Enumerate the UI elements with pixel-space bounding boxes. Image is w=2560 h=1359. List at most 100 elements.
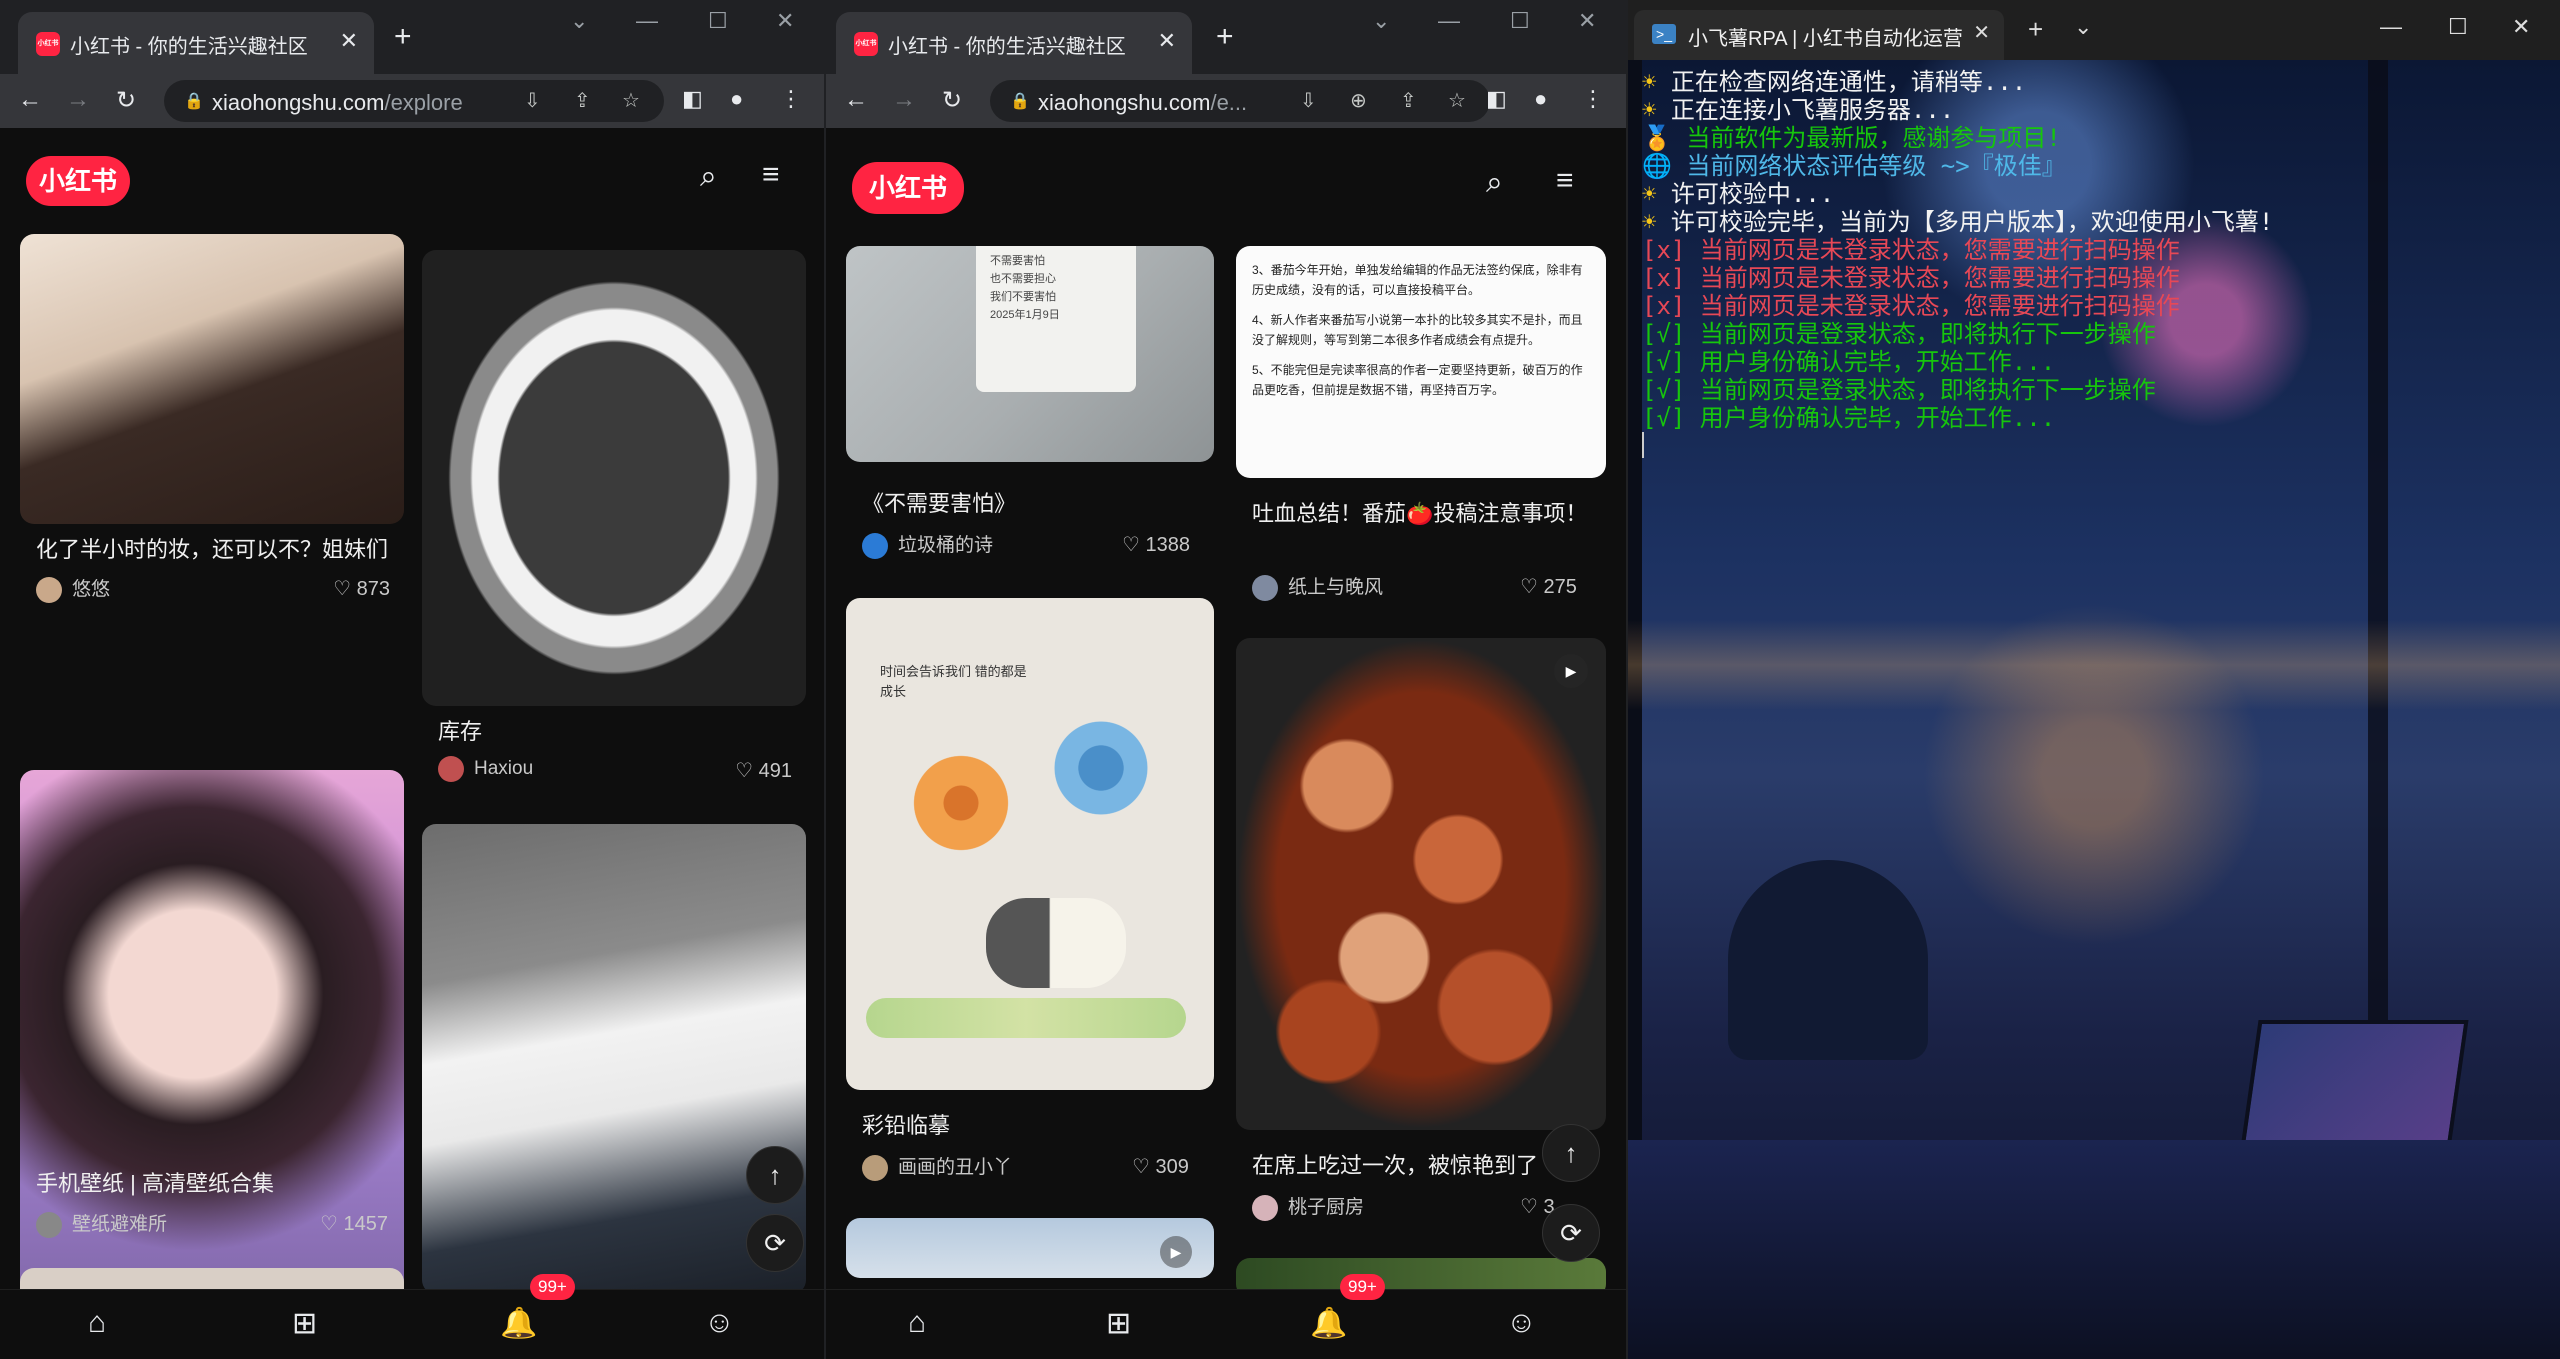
- like-count[interactable]: ♡ 275: [1520, 574, 1612, 599]
- refresh-feed-button[interactable]: ⟳: [746, 1214, 804, 1272]
- terminal-output: ☀ 正在检查网络连通性，请稍等... ☀ 正在连接小飞薯服务器... 🏅 当前软件为…: [1642, 68, 2552, 458]
- close-tab-icon[interactable]: ✕: [1158, 28, 1176, 54]
- note-title[interactable]: 吐血总结！番茄🍅投稿注意事项！: [1252, 498, 1592, 530]
- terminal-tab[interactable]: >_ 小飞薯RPA | 小红书自动化运营 ✕: [1634, 10, 2004, 60]
- like-count[interactable]: ♡ 1388: [1122, 532, 1612, 557]
- chevron-down-icon[interactable]: ⌄: [1372, 8, 1390, 34]
- note-author[interactable]: 悠悠: [36, 574, 110, 603]
- post-add-icon[interactable]: ⊞: [1106, 1306, 1131, 1341]
- maximize-icon[interactable]: ☐: [1510, 8, 1530, 34]
- xiaohongshu-logo[interactable]: 小红书: [852, 162, 964, 214]
- note-cover-image[interactable]: ▶: [846, 1218, 1214, 1278]
- forward-icon[interactable]: →: [66, 86, 90, 114]
- address-bar[interactable]: 🔒 xiaohongshu.com/explore ⇩ ⇪ ☆: [164, 80, 664, 122]
- menu-kebab-icon[interactable]: ⋮: [1582, 86, 1604, 112]
- install-app-icon[interactable]: ⇩: [1300, 88, 1317, 113]
- reload-icon[interactable]: ↻: [942, 86, 962, 115]
- terminal-line: [x] 当前网页是未登录状态，您需要进行扫码操作: [1642, 264, 2552, 292]
- note-title[interactable]: 彩铅临摹: [862, 1110, 1202, 1142]
- search-icon[interactable]: ⌕: [1486, 166, 1503, 200]
- terminal-line-text: [√] 用户身份确认完毕，开始工作...: [1642, 348, 2056, 376]
- back-icon[interactable]: ←: [844, 86, 868, 114]
- post-add-icon[interactable]: ⊞: [292, 1306, 317, 1341]
- minimize-icon[interactable]: —: [636, 8, 658, 34]
- note-cover-image[interactable]: [422, 824, 806, 1294]
- reload-icon[interactable]: ↻: [116, 86, 136, 115]
- search-icon[interactable]: ⌕: [700, 160, 717, 194]
- note-title[interactable]: 《不需要害怕》: [862, 488, 1202, 520]
- close-window-icon[interactable]: ✕: [2512, 14, 2530, 40]
- terminal-body[interactable]: ☀ 正在检查网络连通性，请稍等... ☀ 正在连接小飞薯服务器... 🏅 当前软件为…: [1628, 60, 2560, 1359]
- bookmark-star-icon[interactable]: ☆: [1448, 88, 1466, 113]
- note-cover-image[interactable]: 时间会告诉我们 错的都是成长: [846, 598, 1214, 1090]
- close-window-icon[interactable]: ✕: [776, 8, 794, 34]
- note-cover-image[interactable]: ▶: [1236, 638, 1606, 1130]
- note-author[interactable]: 画画的丑小丫: [862, 1152, 1012, 1181]
- new-tab-button[interactable]: +: [394, 20, 412, 54]
- note-title[interactable]: 手机壁纸 | 高清壁纸合集: [36, 1168, 396, 1200]
- bookmark-star-icon[interactable]: ☆: [622, 88, 640, 113]
- browser-tab[interactable]: 小红书 小红书 - 你的生活兴趣社区 ✕: [18, 12, 374, 74]
- avatar: [438, 756, 464, 782]
- xiaohongshu-page: 小红书 ⌕ ≡ 化了半小时的妆，还可以不？姐妹们 悠悠 ♡ 873 手机壁纸 |…: [0, 128, 824, 1359]
- profile-icon[interactable]: ●: [730, 86, 743, 112]
- side-panel-icon[interactable]: ◧: [1486, 86, 1507, 112]
- address-bar[interactable]: 🔒 xiaohongshu.com/e... ⇩ ⊕ ⇪ ☆: [990, 80, 1490, 122]
- note-title[interactable]: 在席上吃过一次，被惊艳到了: [1252, 1150, 1592, 1182]
- terminal-line-text: 当前软件为最新版，感谢参与项目!: [1686, 124, 2061, 152]
- chevron-down-icon[interactable]: ⌄: [2074, 14, 2092, 40]
- heart-icon: ♡: [1520, 1196, 1538, 1218]
- like-count[interactable]: ♡ 873: [333, 576, 390, 601]
- scroll-to-top-button[interactable]: ↑: [1542, 1124, 1600, 1182]
- refresh-feed-button[interactable]: ⟳: [1542, 1204, 1600, 1262]
- maximize-icon[interactable]: ☐: [2448, 14, 2468, 40]
- profile-icon[interactable]: ●: [1534, 86, 1547, 112]
- maximize-icon[interactable]: ☐: [708, 8, 728, 34]
- profile-icon[interactable]: ☺: [704, 1306, 735, 1340]
- note-cover-image[interactable]: [20, 234, 404, 524]
- note-author[interactable]: 垃圾桶的诗: [862, 530, 993, 559]
- close-tab-icon[interactable]: ✕: [340, 28, 358, 54]
- note-author[interactable]: 纸上与晚风: [1252, 572, 1383, 601]
- note-author[interactable]: 壁纸避难所: [36, 1209, 167, 1238]
- chevron-down-icon[interactable]: ⌄: [570, 8, 588, 34]
- notification-bell-icon[interactable]: 🔔: [1310, 1306, 1347, 1341]
- share-icon[interactable]: ⇪: [574, 88, 591, 113]
- terminal-line: ☀ 许可校验中...: [1642, 180, 2552, 208]
- terminal-line: [√] 当前网页是登录状态，即将执行下一步操作: [1642, 320, 2552, 348]
- note-card[interactable]: 库存 Haxiou ♡ 491: [422, 250, 806, 782]
- forward-icon[interactable]: →: [892, 86, 916, 114]
- note-cover-image[interactable]: [422, 250, 806, 706]
- hamburger-menu-icon[interactable]: ≡: [762, 158, 780, 192]
- home-icon[interactable]: ⌂: [88, 1306, 106, 1340]
- share-icon[interactable]: ⇪: [1400, 88, 1417, 113]
- note-cover-image[interactable]: 3、番茄今年开始，单独发给编辑的作品无法签约保底，除非有历史成绩，没有的话，可以…: [1236, 246, 1606, 478]
- close-window-icon[interactable]: ✕: [1578, 8, 1596, 34]
- notification-bell-icon[interactable]: 🔔: [500, 1306, 537, 1341]
- close-tab-icon[interactable]: ✕: [1973, 20, 1990, 45]
- hamburger-menu-icon[interactable]: ≡: [1556, 164, 1574, 198]
- side-panel-icon[interactable]: ◧: [682, 86, 703, 112]
- scroll-to-top-button[interactable]: ↑: [746, 1146, 804, 1204]
- note-card[interactable]: [20, 640, 404, 1359]
- note-title[interactable]: 库存: [438, 716, 794, 748]
- home-icon[interactable]: ⌂: [908, 1306, 926, 1340]
- new-tab-button[interactable]: +: [1216, 20, 1234, 54]
- zoom-icon[interactable]: ⊕: [1350, 88, 1367, 113]
- note-title[interactable]: 化了半小时的妆，还可以不？姐妹们: [36, 534, 392, 566]
- terminal-line-text: 当前网络状态评估等级 ~>『极佳』: [1686, 152, 2066, 180]
- note-cover-image[interactable]: 不需要害怕 也不需要担心 我们不要害怕 2025年1月9日: [846, 246, 1214, 462]
- minimize-icon[interactable]: —: [2380, 14, 2402, 40]
- minimize-icon[interactable]: —: [1438, 8, 1460, 34]
- note-author[interactable]: Haxiou: [438, 756, 533, 782]
- notification-badge: 99+: [1340, 1274, 1385, 1300]
- menu-kebab-icon[interactable]: ⋮: [780, 86, 802, 112]
- xiaohongshu-logo[interactable]: 小红书: [26, 156, 130, 206]
- install-app-icon[interactable]: ⇩: [524, 88, 541, 113]
- profile-icon[interactable]: ☺: [1506, 1306, 1537, 1340]
- note-author[interactable]: 桃子厨房: [1252, 1192, 1364, 1221]
- back-icon[interactable]: ←: [18, 86, 42, 114]
- like-count[interactable]: ♡ 491: [735, 758, 792, 783]
- browser-tab[interactable]: 小红书 小红书 - 你的生活兴趣社区 ✕: [836, 12, 1192, 74]
- new-tab-button[interactable]: +: [2028, 14, 2043, 45]
